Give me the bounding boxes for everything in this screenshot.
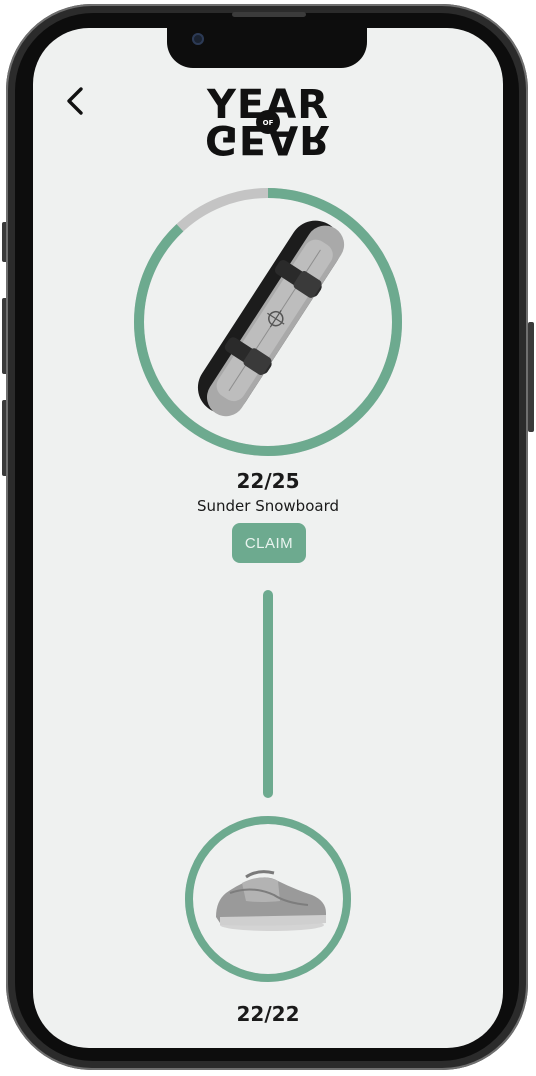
snowboard-icon	[197, 220, 345, 417]
back-button[interactable]	[58, 84, 92, 118]
reward-progress-label: 22/22	[236, 1002, 300, 1026]
progress-connector	[263, 590, 273, 798]
year-of-gear-logo: YEAR GEAR OF	[190, 82, 346, 162]
reward-progress-ring[interactable]	[182, 813, 354, 985]
reward-item-name: Sunder Snowboard	[196, 497, 339, 515]
speaker-grille	[232, 12, 306, 17]
sneaker-icon	[216, 870, 326, 931]
reward-progress-ring[interactable]	[130, 184, 406, 460]
claim-button[interactable]: CLAIM	[232, 523, 306, 563]
notch	[167, 24, 367, 68]
chevron-left-icon	[67, 87, 83, 115]
power-button	[528, 322, 534, 432]
logo-of-text: OF	[263, 119, 274, 127]
front-camera	[192, 33, 204, 45]
reward-progress-label: 22/25	[236, 469, 300, 493]
